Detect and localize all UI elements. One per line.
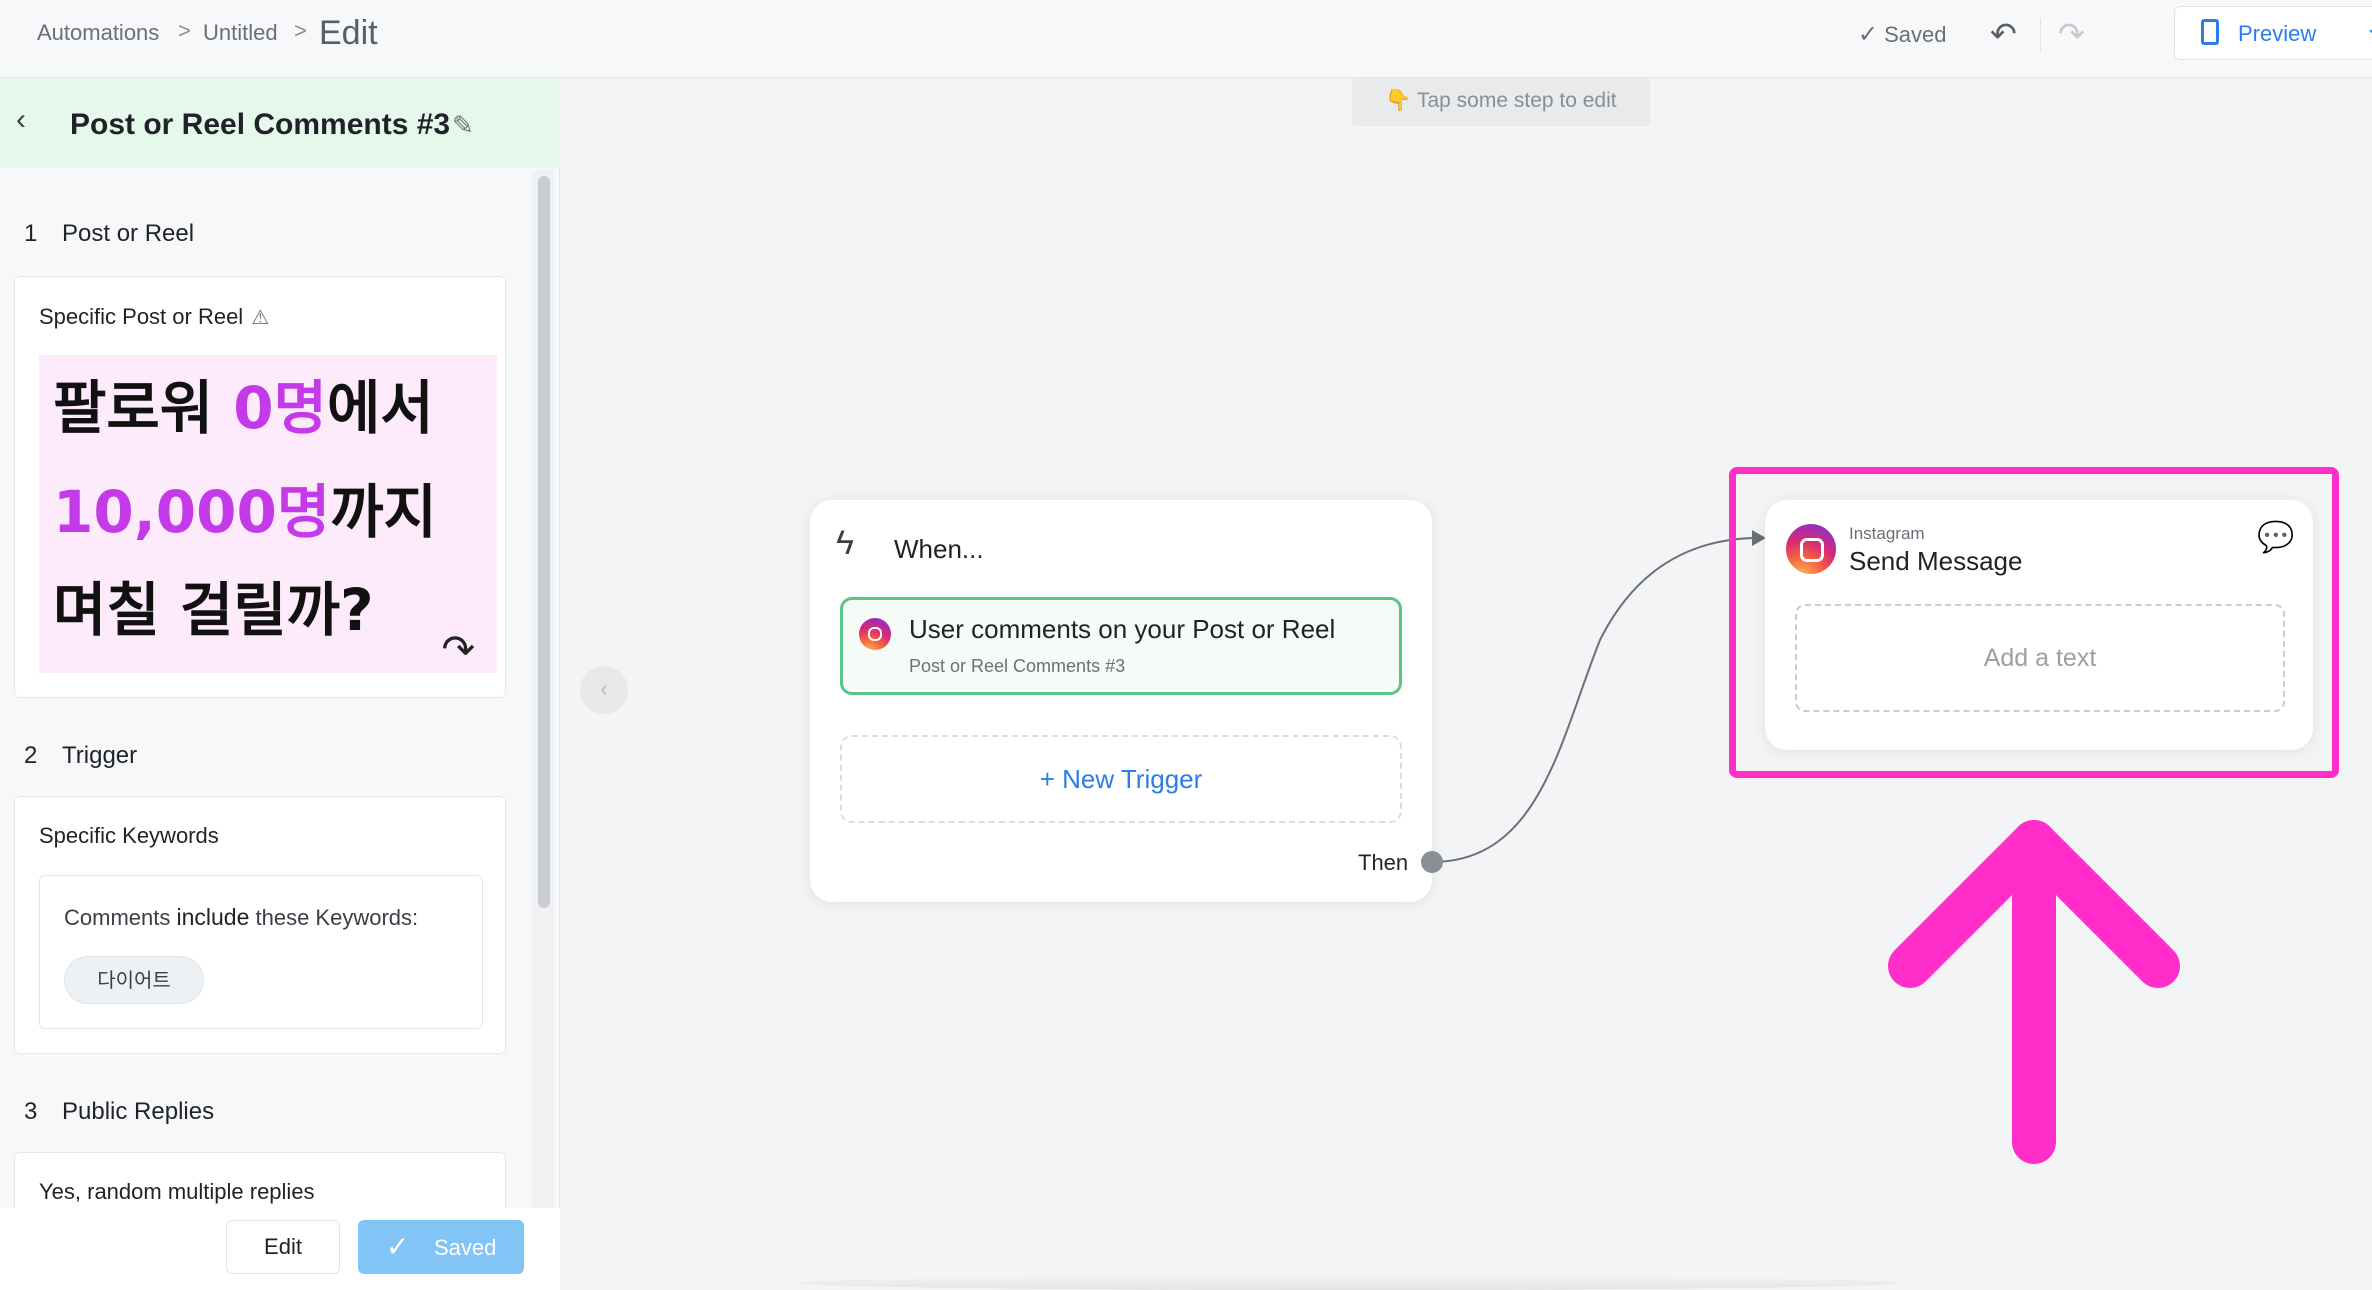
breadcrumb-untitled[interactable]: Untitled (203, 20, 278, 46)
thumbnail-line-2: 10,000명까지 (53, 478, 437, 546)
section-number: 3 (24, 1098, 38, 1125)
new-trigger-button[interactable]: + New Trigger (840, 735, 1402, 823)
trigger-item-subtitle: Post or Reel Comments #3 (909, 656, 1126, 676)
keyword-chip[interactable]: 다이어트 (64, 956, 204, 1004)
lightning-bolt-icon: ϟ (836, 524, 854, 562)
trigger-card[interactable]: Specific Keywords Comments include these… (14, 796, 506, 1054)
saved-status: ✓ Saved (1858, 20, 1947, 49)
section-label-post-or-reel: Post or Reel (62, 220, 195, 247)
thumbnail-line-3: 며칠 걸릴까? (53, 576, 374, 644)
pencil-icon[interactable]: ✎ (452, 110, 474, 141)
replies-card-title: Yes, random multiple replies (39, 1179, 315, 1204)
trigger-item-title: User comments on your Post or Reel (909, 614, 1336, 644)
section-number: 2 (24, 742, 38, 769)
section-number: 1 (24, 220, 38, 247)
post-card-title-text: Specific Post or Reel (39, 304, 244, 329)
breadcrumb-automations[interactable]: Automations (37, 20, 159, 46)
section-label-trigger: Trigger (62, 742, 138, 769)
top-bar: Automations > Untitled > Edit ✓ Saved ↶ ↷… (0, 0, 2372, 78)
left-panel: ‹ Post or Reel Comments #3 ✎ 1 Post or R… (0, 78, 560, 1290)
edit-button[interactable]: Edit (226, 1220, 340, 1274)
breadcrumb-separator-1: > (178, 18, 191, 43)
check-icon: ✓ (386, 1231, 410, 1262)
then-label: Then (1358, 850, 1409, 875)
undo-icon[interactable]: ↶ (1990, 15, 2017, 53)
preview-button[interactable]: Preview ⌄ (2174, 6, 2372, 60)
chevron-down-icon[interactable]: ⌄ (2365, 15, 2372, 41)
highlight-annotation-box (1729, 467, 2339, 778)
collapse-panel-button[interactable]: ‹ (580, 666, 628, 714)
panel-footer: Edit ✓ Saved (0, 1208, 560, 1290)
when-step-card[interactable]: ϟ When... User comments on your Post or … (810, 500, 1432, 902)
toolbar-divider (2040, 18, 2041, 52)
page-title: Edit (319, 14, 378, 52)
post-or-reel-card[interactable]: Specific Post or Reel ⚠ 팔로워 0명에서 10,000명까… (14, 276, 506, 698)
panel-title: Post or Reel Comments #3 (70, 108, 451, 141)
saved-button[interactable]: ✓ Saved (358, 1220, 524, 1274)
warning-icon: ⚠ (251, 307, 270, 329)
redo-icon[interactable]: ↷ (2058, 15, 2085, 53)
when-label: When... (894, 534, 984, 564)
curl-arrow-icon: ↷ (441, 628, 475, 672)
connector-line (1431, 537, 1753, 863)
trigger-item[interactable]: User comments on your Post or Reel Post … (840, 597, 1402, 695)
thumbnail-line-1: 팔로워 0명에서 (53, 374, 434, 442)
tap-step-hint: 👇 Tap some step to edit (1352, 78, 1650, 126)
keyword-rule-text: Comments include these Keywords: (64, 904, 419, 930)
saved-status-label: Saved (1884, 22, 1947, 47)
canvas-bottom-shadow (800, 1276, 1900, 1290)
section-label-public-replies: Public Replies (62, 1098, 215, 1125)
breadcrumb-separator-2: > (294, 18, 307, 43)
panel-header: ‹ Post or Reel Comments #3 ✎ (0, 78, 560, 168)
preview-label: Preview (2238, 21, 2317, 46)
post-card-title: Specific Post or Reel ⚠ (39, 304, 269, 330)
keyword-rule-box: Comments include these Keywords: 다이어트 (39, 875, 483, 1029)
scrollbar-thumb[interactable] (538, 176, 550, 908)
instagram-icon (859, 618, 891, 650)
up-arrow-annotation (1888, 820, 2180, 1164)
phone-icon (2201, 19, 2219, 45)
post-thumbnail[interactable]: 팔로워 0명에서 10,000명까지 며칠 걸릴까? ↷ (39, 355, 497, 673)
saved-button-label: Saved (434, 1235, 497, 1260)
check-icon: ✓ (1858, 21, 1879, 48)
back-chevron-icon[interactable]: ‹ (16, 103, 26, 137)
trigger-card-title: Specific Keywords (39, 823, 219, 848)
